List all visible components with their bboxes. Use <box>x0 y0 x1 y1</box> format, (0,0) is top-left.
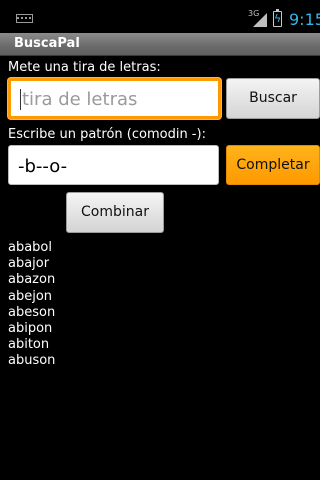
status-bar: 3G ϟ 9:15 <box>0 0 320 33</box>
list-item: abuson <box>8 353 56 369</box>
list-item: abejon <box>8 288 53 304</box>
status-clock: 9:15 <box>289 10 320 29</box>
list-item: abipon <box>8 321 53 337</box>
battery-charging-icon: ϟ <box>273 9 282 27</box>
complete-button[interactable]: Completar <box>226 145 320 185</box>
text-caret <box>20 89 21 110</box>
title-bar: BuscaPal <box>0 33 320 56</box>
keyboard-icon <box>16 14 33 23</box>
list-item: abeson <box>8 304 56 320</box>
list-item: abazon <box>8 272 56 288</box>
letters-label: Mete una tira de letras: <box>8 60 161 75</box>
app-title: BuscaPal <box>14 36 80 51</box>
pattern-input[interactable]: -b--o- <box>8 145 219 185</box>
list-item: ababol <box>8 240 53 255</box>
combine-button[interactable]: Combinar <box>66 192 164 233</box>
charging-bolt-icon: ϟ <box>274 12 282 25</box>
signal-icon <box>253 13 267 27</box>
list-item: abajor <box>8 256 50 272</box>
letters-input[interactable]: tira de letras <box>8 78 221 119</box>
letters-input-placeholder: tira de letras <box>22 89 138 110</box>
pattern-label: Escribe un patrón (comodin -): <box>8 127 206 142</box>
pattern-input-value: -b--o- <box>18 156 68 177</box>
results-list: ababol abajor abazon abejon abeson abipo… <box>8 240 55 370</box>
list-item: abiton <box>8 337 50 353</box>
search-button[interactable]: Buscar <box>226 78 320 119</box>
